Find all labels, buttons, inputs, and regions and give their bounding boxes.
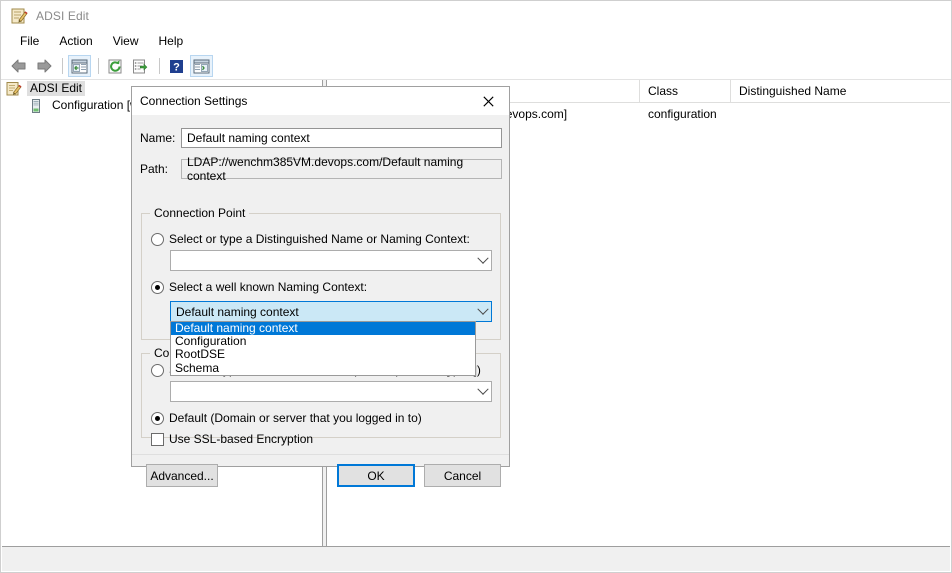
adsi-edit-icon: [6, 81, 22, 97]
checkbox-indicator: [151, 432, 164, 446]
menu-bar: File Action View Help: [1, 30, 951, 53]
help-icon[interactable]: ?: [165, 55, 188, 77]
column-header-class[interactable]: Class: [640, 80, 731, 102]
wellknown-radio[interactable]: Select a well known Naming Context:: [151, 280, 367, 294]
wellknown-radio-label: Select a well known Naming Context:: [169, 280, 368, 294]
show-action-pane-icon[interactable]: [190, 55, 213, 77]
cell-class: configuration: [648, 106, 717, 121]
ssl-checkbox[interactable]: Use SSL-based Encryption: [151, 432, 313, 446]
status-bar: [2, 546, 950, 571]
connection-point-group-label: Connection Point: [150, 206, 250, 220]
dn-radio-label: Select or type a Distinguished Name or N…: [169, 232, 470, 246]
name-input[interactable]: Default naming context: [181, 128, 502, 148]
chevron-down-icon[interactable]: [474, 251, 491, 270]
menu-view[interactable]: View: [103, 31, 149, 52]
svg-text:?: ?: [173, 61, 180, 73]
dn-combo[interactable]: [170, 250, 492, 271]
wellknown-combo-value: Default naming context: [176, 304, 299, 319]
dropdown-option[interactable]: RootDSE: [171, 348, 475, 361]
window-title: ADSI Edit: [36, 8, 89, 23]
path-label: Path:: [140, 162, 169, 176]
chevron-down-icon[interactable]: [474, 382, 491, 401]
refresh-icon[interactable]: [104, 55, 127, 77]
dn-radio[interactable]: Select or type a Distinguished Name or N…: [151, 232, 470, 246]
advanced-button[interactable]: Advanced...: [146, 464, 218, 487]
path-input: LDAP://wenchm385VM.devops.com/Default na…: [181, 155, 502, 183]
menu-help[interactable]: Help: [149, 31, 194, 52]
wellknown-dropdown-list[interactable]: Default naming context Configuration Roo…: [170, 321, 476, 376]
column-header-distinguished-name[interactable]: Distinguished Name: [731, 80, 950, 102]
wellknown-combo[interactable]: Default naming context: [170, 301, 492, 322]
name-field-row: Name: Default naming context: [140, 128, 502, 148]
name-label: Name:: [140, 131, 176, 145]
toolbar: ?: [1, 53, 951, 80]
export-list-icon[interactable]: [129, 55, 152, 77]
radio-indicator: [151, 232, 164, 246]
toolbar-separator-1: [62, 58, 63, 74]
back-arrow-icon[interactable]: [7, 55, 30, 77]
server-combo[interactable]: [170, 381, 492, 402]
connection-settings-dialog: Connection Settings Name: Default naming…: [131, 86, 510, 487]
radio-indicator: [151, 411, 164, 425]
default-computer-radio[interactable]: Default (Domain or server that you logge…: [151, 411, 422, 425]
cancel-button[interactable]: Cancel: [424, 464, 501, 487]
dialog-title: Connection Settings: [140, 94, 248, 108]
close-icon[interactable]: [467, 87, 509, 115]
menu-file[interactable]: File: [10, 31, 49, 52]
default-computer-label: Default (Domain or server that you logge…: [169, 411, 422, 425]
menu-action[interactable]: Action: [49, 31, 102, 52]
ssl-checkbox-label: Use SSL-based Encryption: [169, 432, 314, 446]
adsi-edit-icon: [10, 7, 28, 25]
chevron-down-icon[interactable]: [474, 302, 491, 321]
dialog-footer-divider: [132, 454, 509, 455]
show-tree-icon[interactable]: [68, 55, 91, 77]
server-icon: [28, 98, 44, 114]
forward-arrow-icon[interactable]: [32, 55, 55, 77]
radio-indicator: [151, 363, 164, 377]
radio-indicator: [151, 280, 164, 294]
dialog-body: Name: Default naming context Path: LDAP:…: [132, 115, 509, 487]
toolbar-separator-3: [159, 58, 160, 74]
path-field-row: Path: LDAP://wenchm385VM.devops.com/Defa…: [140, 155, 502, 183]
title-bar: ADSI Edit: [1, 1, 951, 30]
dialog-title-bar: Connection Settings: [132, 87, 509, 115]
ok-button[interactable]: OK: [337, 464, 415, 487]
adsi-edit-window: ADSI Edit File Action View Help ? ADSI E…: [0, 0, 952, 573]
dropdown-option[interactable]: Schema: [171, 361, 475, 375]
tree-node-label: ADSI Edit: [27, 81, 86, 96]
toolbar-separator-2: [98, 58, 99, 74]
